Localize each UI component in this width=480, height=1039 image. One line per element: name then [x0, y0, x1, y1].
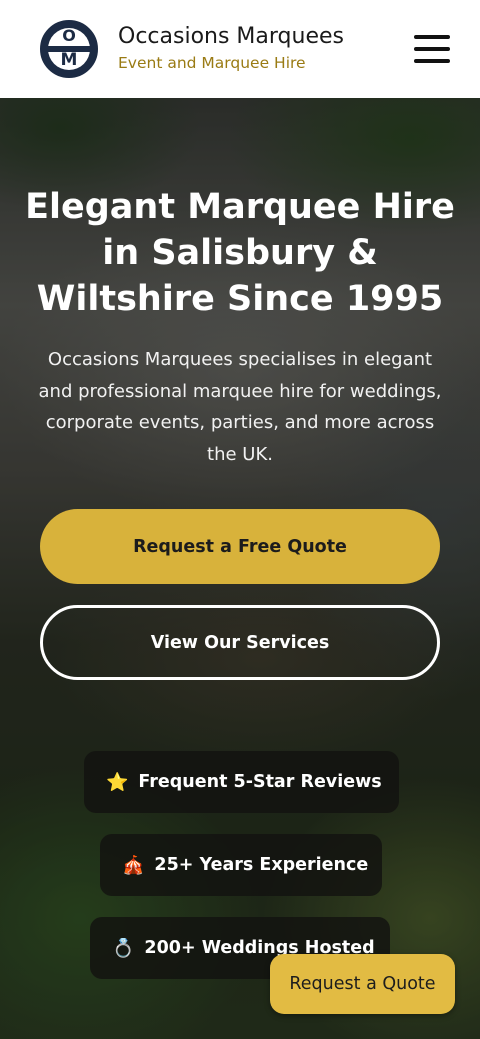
hero-section: Elegant Marquee Hire in Salisbury & Wilt…: [0, 98, 480, 1039]
circus-tent-icon: 🎪: [122, 854, 145, 876]
star-icon: ⭐: [106, 771, 129, 793]
logo-letter-o: O: [62, 26, 76, 45]
menu-line: [414, 47, 450, 51]
badge-label: Frequent 5-Star Reviews: [138, 772, 382, 792]
site-header: O M Occasions Marquees Event and Marquee…: [0, 0, 480, 98]
brand-name: Occasions Marquees: [118, 24, 344, 49]
logo-letter-m: M: [60, 50, 78, 70]
badge-label: 25+ Years Experience: [154, 855, 369, 875]
menu-line: [414, 59, 450, 63]
ring-icon: 💍: [112, 937, 135, 959]
badge-reviews: ⭐ Frequent 5-Star Reviews: [84, 751, 399, 813]
hero-description: Occasions Marquees specialises in elegan…: [38, 349, 442, 465]
hero-title: Elegant Marquee Hire in Salisbury & Wilt…: [25, 187, 455, 319]
brand-tagline: Event and Marquee Hire: [118, 54, 306, 72]
brand[interactable]: Occasions Marquees Event and Marquee Hir…: [118, 24, 414, 74]
menu-line: [414, 35, 450, 39]
floating-request-quote-button[interactable]: Request a Quote: [270, 954, 455, 1014]
badge-experience: 🎪 25+ Years Experience: [100, 834, 382, 896]
request-free-quote-button[interactable]: Request a Free Quote: [40, 509, 440, 584]
logo[interactable]: O M: [40, 20, 98, 78]
view-services-button[interactable]: View Our Services: [40, 605, 440, 680]
hamburger-menu-icon[interactable]: [414, 33, 450, 65]
